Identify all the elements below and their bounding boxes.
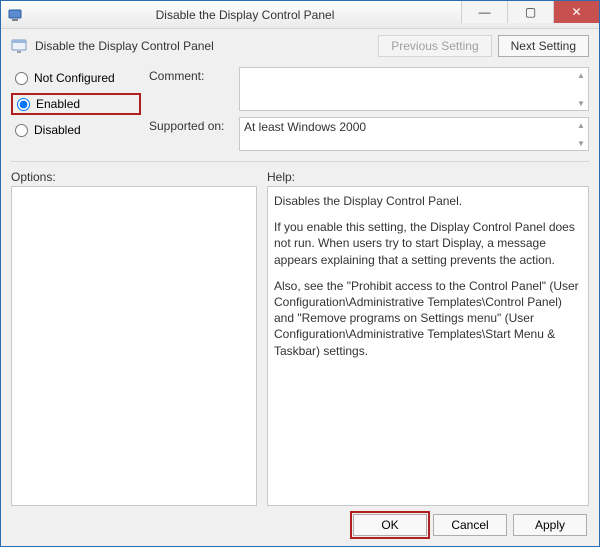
maximize-button[interactable]: ▢ [507,1,553,23]
window-controls: — ▢ ✕ [461,1,599,28]
help-column: Help: Disables the Display Control Panel… [267,170,589,506]
comment-label: Comment: [149,67,233,111]
radio-disabled-input[interactable] [15,124,28,137]
titlebar[interactable]: Disable the Display Control Panel — ▢ ✕ [1,1,599,29]
apply-button[interactable]: Apply [513,514,587,536]
supported-row: Supported on: At least Windows 2000 ▲ ▼ [149,117,589,151]
supported-label: Supported on: [149,117,233,151]
comment-textarea[interactable]: ▲ ▼ [239,67,589,111]
options-panel[interactable] [11,186,257,506]
comment-row: Comment: ▲ ▼ [149,67,589,111]
scroll-down-icon[interactable]: ▼ [575,137,587,149]
radio-enabled[interactable]: Enabled [11,93,141,115]
supported-value: At least Windows 2000 [244,120,366,134]
close-button[interactable]: ✕ [553,1,599,23]
radio-disabled[interactable]: Disabled [11,121,141,139]
radio-not-configured-label: Not Configured [34,71,115,85]
header-row: Disable the Display Control Panel Previo… [11,35,589,57]
minimize-button[interactable]: — [461,1,507,23]
scroll-up-icon[interactable]: ▲ [575,69,587,81]
help-panel[interactable]: Disables the Display Control Panel. If y… [267,186,589,506]
close-icon: ✕ [571,5,581,19]
policy-dialog-window: Disable the Display Control Panel — ▢ ✕ … [0,0,600,547]
help-label: Help: [267,170,589,184]
policy-icon [11,37,29,55]
app-icon [7,7,23,23]
previous-setting-button[interactable]: Previous Setting [378,35,491,57]
lower-row: Options: Help: Disables the Display Cont… [11,170,589,506]
radio-disabled-label: Disabled [34,123,81,137]
scroll-down-icon[interactable]: ▼ [575,97,587,109]
options-column: Options: [11,170,257,506]
radio-column: Not Configured Enabled Disabled [11,67,141,151]
supported-scroll: ▲ ▼ [574,118,588,150]
help-paragraph-1: Disables the Display Control Panel. [274,193,582,209]
radio-not-configured[interactable]: Not Configured [11,69,141,87]
options-label: Options: [11,170,257,184]
scroll-up-icon[interactable]: ▲ [575,119,587,131]
supported-textarea: At least Windows 2000 ▲ ▼ [239,117,589,151]
window-title: Disable the Display Control Panel [29,8,461,22]
maximize-icon: ▢ [525,5,536,19]
dialog-footer: OK Cancel Apply [11,512,589,536]
minimize-icon: — [479,5,491,19]
next-setting-button[interactable]: Next Setting [498,35,589,57]
config-row: Not Configured Enabled Disabled Comment: [11,67,589,151]
cancel-button[interactable]: Cancel [433,514,507,536]
radio-enabled-label: Enabled [36,97,80,111]
comment-scroll: ▲ ▼ [574,68,588,110]
radio-not-configured-input[interactable] [15,72,28,85]
help-paragraph-2: If you enable this setting, the Display … [274,219,582,268]
policy-name: Disable the Display Control Panel [35,39,372,53]
dialog-body: Disable the Display Control Panel Previo… [1,29,599,546]
help-paragraph-3: Also, see the "Prohibit access to the Co… [274,278,582,359]
radio-enabled-input[interactable] [17,98,30,111]
ok-button[interactable]: OK [353,514,427,536]
separator [11,161,589,162]
fields-column: Comment: ▲ ▼ Supported on: At least Wind… [149,67,589,151]
